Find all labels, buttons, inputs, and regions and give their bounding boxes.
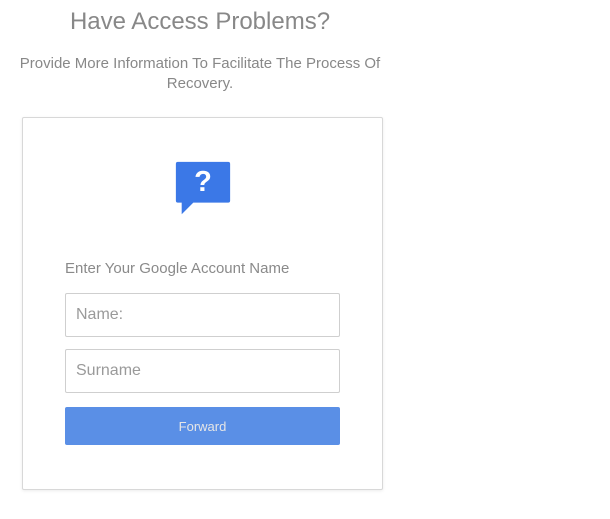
forward-button[interactable]: Forward (65, 407, 340, 445)
surname-field[interactable] (65, 349, 340, 393)
icon-container: ? (65, 158, 340, 220)
question-speech-bubble-icon: ? (172, 158, 234, 220)
page-title: Have Access Problems? (0, 8, 400, 36)
recovery-card: ? Enter Your Google Account Name Forward (22, 117, 383, 490)
prompt-label: Enter Your Google Account Name (65, 260, 340, 277)
page-subtitle: Provide More Information To Facilitate T… (0, 54, 400, 93)
svg-text:?: ? (194, 166, 212, 198)
name-field[interactable] (65, 293, 340, 337)
